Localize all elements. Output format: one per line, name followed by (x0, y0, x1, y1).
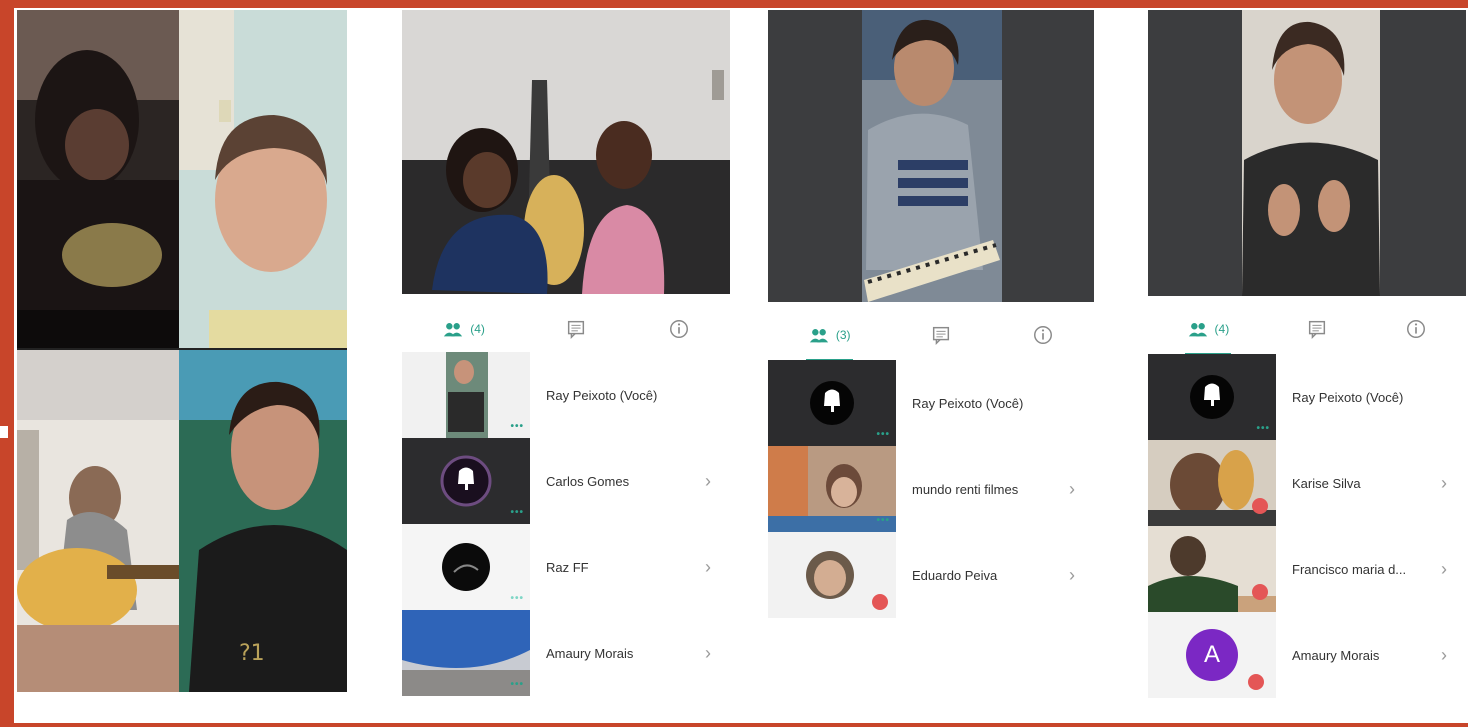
tab-info[interactable] (658, 312, 700, 346)
mute-badge (1252, 584, 1268, 600)
participant-row[interactable]: Karise Silva › (1148, 440, 1466, 526)
participant-row[interactable]: ••• Raz FF › (402, 524, 730, 610)
participant-thumbnail: ••• (768, 360, 896, 446)
video-tile-top-left[interactable] (17, 10, 179, 348)
tab-info[interactable] (1022, 318, 1064, 352)
audio-level-indicator: ••• (510, 593, 524, 604)
video-tile-top-right[interactable] (179, 10, 347, 348)
chevron-right-icon: › (1441, 472, 1447, 493)
participant-name: mundo renti filmes (912, 481, 1019, 497)
participant-name: Amaury Morais (546, 645, 634, 661)
audio-level-indicator: ••• (510, 421, 524, 432)
video-tile-bottom-right[interactable]: ?1 (179, 350, 347, 692)
audio-level-indicator: ••• (876, 429, 890, 440)
tab-participants[interactable]: (4) (432, 312, 495, 356)
tab-bar: (4) (1148, 304, 1466, 356)
participant-name: Raz FF (546, 559, 589, 575)
participant-list: ••• Ray Peixoto (Você) ••• mundo renti f… (768, 360, 1094, 618)
video-grid: ?1 (17, 10, 347, 692)
info-icon (1034, 326, 1053, 344)
participant-row[interactable]: ••• mundo renti filmes › (768, 446, 1094, 532)
participant-count: (4) (1214, 322, 1230, 336)
participant-list: ••• Ray Peixoto (Você) Karise Silva › Fr… (1148, 354, 1466, 698)
participant-row[interactable]: ••• Amaury Morais › (402, 610, 730, 696)
frame-left-bar (0, 0, 14, 727)
chevron-right-icon: › (1441, 644, 1447, 665)
audio-level-indicator: ••• (876, 515, 890, 526)
chat-icon (568, 320, 585, 340)
chevron-right-icon: › (705, 470, 711, 491)
participant-row[interactable]: ••• Ray Peixoto (Você) (402, 352, 730, 438)
participant-thumbnail: ••• (402, 610, 530, 696)
tab-participants[interactable]: (4) (1177, 312, 1240, 356)
participants-icon (809, 329, 829, 343)
participant-count: (3) (835, 328, 851, 342)
tab-bar: (4) (402, 304, 730, 356)
participant-name: Ray Peixoto (Você) (546, 387, 658, 403)
participants-icon (1188, 323, 1207, 337)
avatar: A (1186, 629, 1238, 681)
chevron-right-icon: › (1069, 564, 1075, 585)
tab-info[interactable] (1395, 312, 1437, 346)
participant-thumbnail: ••• (1148, 354, 1276, 440)
main-video-2[interactable] (768, 10, 1094, 302)
participant-name: Ray Peixoto (Você) (912, 395, 1024, 411)
video-tile-bottom-left[interactable] (17, 350, 179, 692)
tab-bar: (3) (768, 310, 1094, 362)
participant-row[interactable]: A Amaury Morais › (1148, 612, 1466, 698)
svg-text:?1: ?1 (239, 641, 265, 666)
participant-name: Carlos Gomes (546, 473, 630, 489)
tab-chat[interactable] (920, 318, 962, 352)
participants-icon (444, 323, 463, 337)
participant-thumbnail: ••• (768, 446, 896, 532)
tab-chat[interactable] (1296, 312, 1338, 346)
call-panel-3: (4) ••• Ray Peixoto (Você) Karise Silva … (1148, 10, 1466, 698)
participant-thumbnail: ••• (402, 524, 530, 610)
chevron-right-icon: › (705, 556, 711, 577)
audio-level-indicator: ••• (1256, 423, 1270, 434)
participant-thumbnail (1148, 440, 1276, 526)
participant-row[interactable]: Francisco maria d... › (1148, 526, 1466, 612)
participant-thumbnail: ••• (402, 352, 530, 438)
participant-row[interactable]: ••• Carlos Gomes › (402, 438, 730, 524)
frame-bottom-bar (0, 723, 1468, 727)
participant-name: Amaury Morais (1292, 647, 1380, 663)
participant-count: (4) (470, 322, 485, 336)
tab-chat[interactable] (555, 312, 597, 346)
participant-name: Eduardo Peiva (912, 567, 998, 583)
participant-name: Ray Peixoto (Você) (1292, 389, 1404, 405)
participant-row[interactable]: ••• Ray Peixoto (Você) (1148, 354, 1466, 440)
chevron-right-icon: › (1441, 558, 1447, 579)
participant-thumbnail: ••• (402, 438, 530, 524)
participant-row[interactable]: ••• Ray Peixoto (Você) (768, 360, 1094, 446)
info-icon (669, 320, 688, 338)
chevron-right-icon: › (1069, 478, 1075, 499)
participant-row[interactable]: Eduardo Peiva › (768, 532, 1094, 618)
call-panel-2: (3) ••• Ray Peixoto (Você) ••• mundo ren… (768, 10, 1094, 693)
participant-name: Francisco maria d... (1292, 561, 1407, 577)
participant-thumbnail (768, 532, 896, 618)
participant-name: Karise Silva (1292, 475, 1361, 491)
audio-level-indicator: ••• (510, 507, 524, 518)
audio-level-indicator: ••• (510, 679, 524, 690)
participant-thumbnail: A (1148, 612, 1276, 698)
chat-icon (1309, 320, 1326, 340)
call-panel-1: (4) ••• Ray Peixoto (Você) ••• Carlos Go… (402, 10, 730, 696)
frame-marker (0, 426, 8, 438)
main-video-1[interactable] (402, 10, 730, 294)
frame-top-bar (0, 0, 1468, 8)
chat-icon (933, 326, 950, 346)
participant-thumbnail (1148, 526, 1276, 612)
participant-list: ••• Ray Peixoto (Você) ••• Carlos Gomes … (402, 352, 730, 696)
tab-participants[interactable]: (3) (798, 318, 861, 362)
chevron-right-icon: › (705, 642, 711, 663)
mute-badge (1248, 674, 1264, 690)
mute-badge (1252, 498, 1268, 514)
mute-badge (872, 594, 888, 610)
info-icon (1407, 320, 1426, 338)
main-video-3[interactable] (1148, 10, 1466, 296)
